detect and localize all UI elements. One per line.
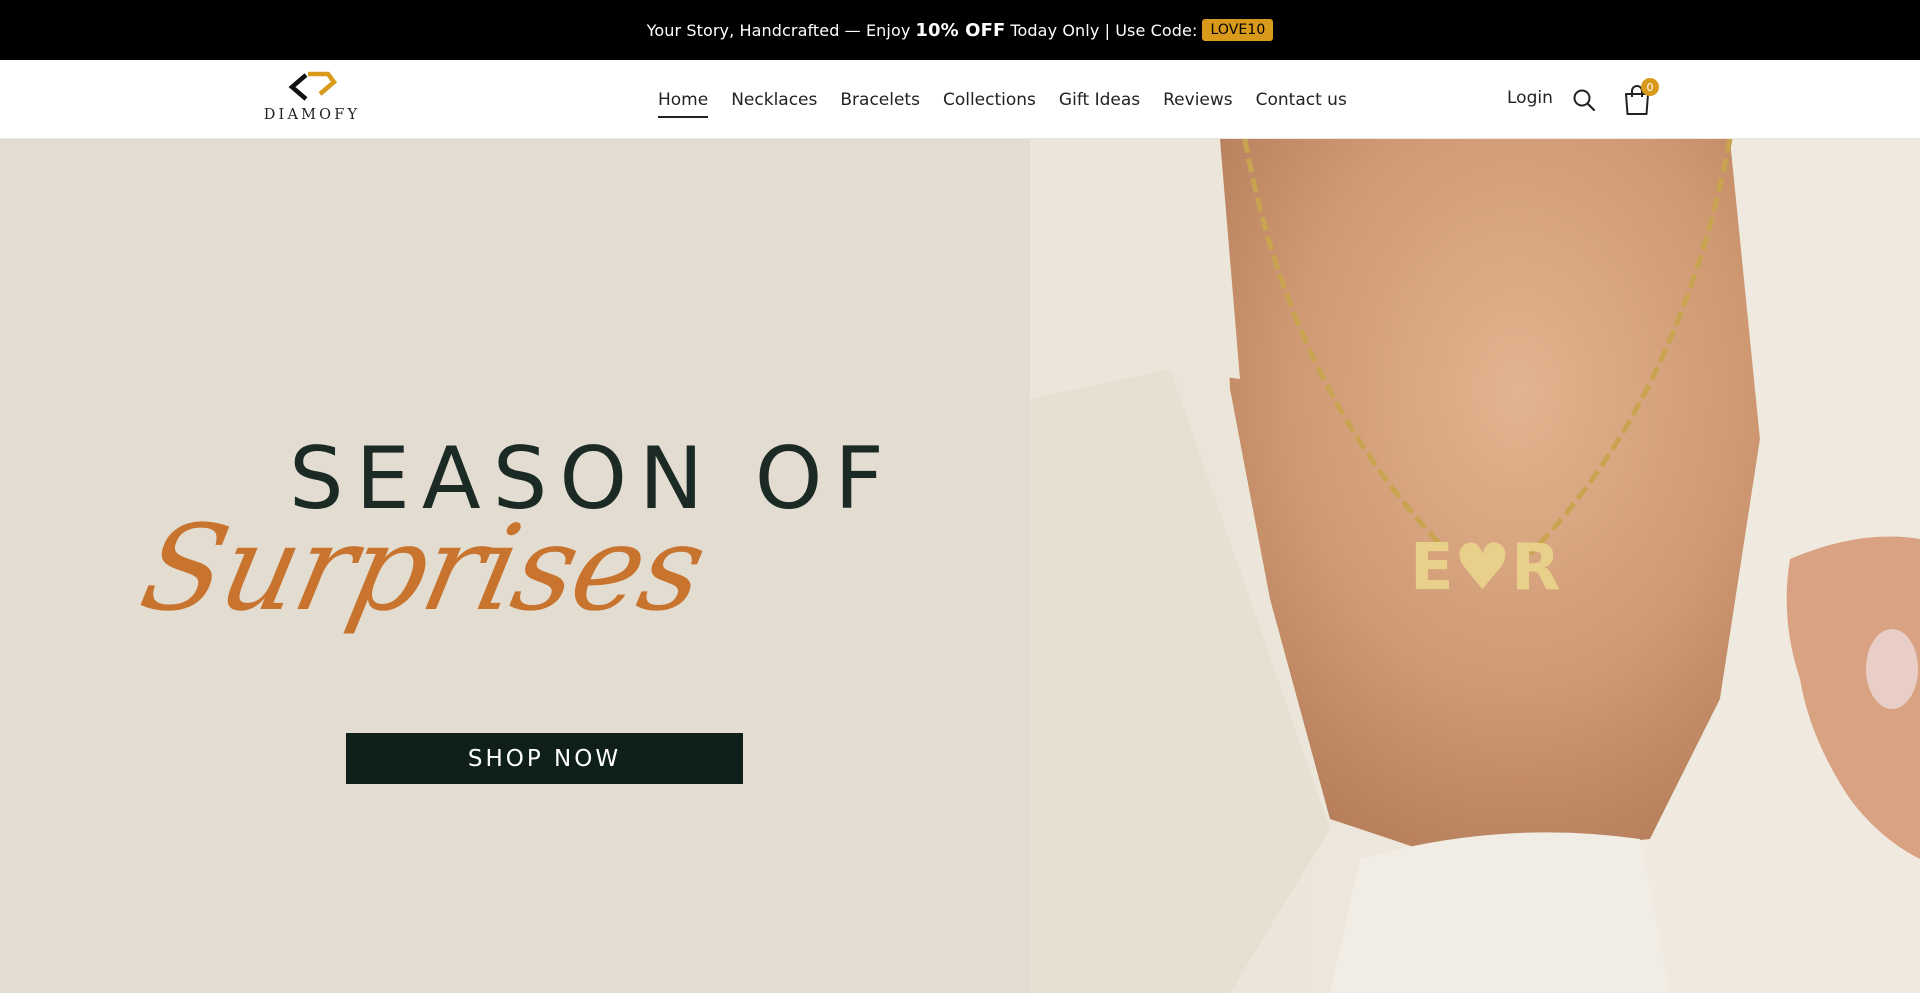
cart-count-badge: 0 [1641,78,1659,96]
nav-item-bracelets[interactable]: Bracelets [840,90,920,110]
hero-script-headline: Surprises [130,499,716,637]
nav-item-necklaces[interactable]: Necklaces [731,90,817,110]
nav-item-contact-us[interactable]: Contact us [1256,90,1347,110]
nav-item-collections[interactable]: Collections [943,90,1036,110]
necklace-model-photo: E♥R [1030,139,1920,993]
announcement-text-post: Today Only | Use Code: [1010,20,1198,40]
nav-item-home[interactable]: Home [658,90,709,118]
nav-item-reviews[interactable]: Reviews [1163,90,1233,110]
main-nav: Home Necklaces Bracelets Collections Gif… [658,60,1370,139]
announcement-text: Your Story, Handcrafted — Enjoy [646,20,911,40]
announcement-discount: 10% OFF [915,19,1006,41]
logo-wordmark: DIAMOFY [263,107,361,123]
pendant-letters: E♥R [1410,531,1560,605]
login-link[interactable]: Login [1507,88,1553,108]
promo-code-badge: LOVE10 [1202,19,1274,41]
diamond-logo-icon [288,71,338,101]
hero-text-panel: SEASON OF Surprises SHOP NOW [0,139,1030,993]
hero-product-image: E♥R [1030,139,1920,993]
site-header: DIAMOFY Home Necklaces Bracelets Collect… [0,60,1920,139]
nav-item-gift-ideas[interactable]: Gift Ideas [1059,90,1140,110]
logo[interactable]: DIAMOFY [262,70,362,128]
hero-banner: SEASON OF Surprises SHOP NOW E♥R [0,139,1920,993]
announcement-bar: Your Story, Handcrafted — Enjoy 10% OFF … [0,0,1920,60]
shop-now-button[interactable]: SHOP NOW [346,733,743,784]
search-icon[interactable] [1572,88,1596,112]
